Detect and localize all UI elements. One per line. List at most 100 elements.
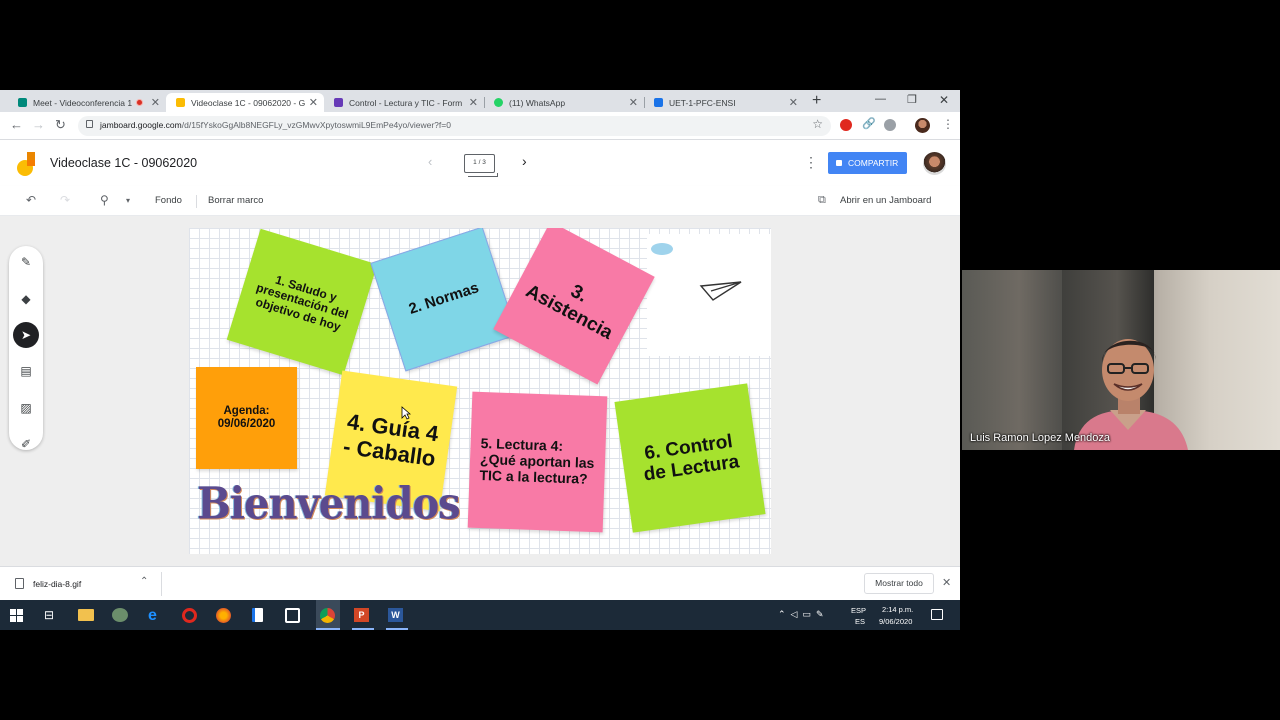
frame-selector[interactable]: 1 / 3 [464,154,498,177]
browser-toolbar: ← → ↻ jamboard.google.com/d/15fYskoGgAlb… [0,112,960,140]
more-options-icon[interactable]: ⋮ [804,154,818,171]
open-in-jamboard-button[interactable]: Abrir en un Jamboard [840,195,931,206]
language-indicator[interactable]: ESP [851,606,866,615]
share-button[interactable]: COMPARTIR [828,152,907,174]
document-icon[interactable] [252,608,263,622]
tab-whatsapp[interactable]: (11) WhatsApp ✕ [484,93,644,112]
bookmark-star-icon[interactable]: ☆ [812,117,823,131]
volume-icon[interactable]: ◁ [791,609,803,619]
tab-label: Videoclase 1C - 09062020 - Goo [191,97,305,108]
image-icon[interactable]: ▨ [13,395,39,421]
note-text: 4. Guía 4 - Caballo [341,409,440,472]
screen: Meet - Videoconferencia 1 ✕ Videoclase 1… [0,0,1280,720]
battery-icon[interactable]: ▭ [802,609,816,619]
pen-tray-icon[interactable]: ✎ [816,609,829,619]
opera-icon[interactable] [182,608,197,623]
user-avatar[interactable] [923,152,946,175]
edge-icon[interactable]: e [148,607,166,625]
file-explorer-icon[interactable] [78,609,94,621]
participant-name: Luis Ramon Lopez Mendoza [970,432,1111,444]
note-text: 6. Control de Lectura [642,430,741,486]
clock-date[interactable]: 9/06/2020 [879,617,912,626]
browser-window: Meet - Videoconferencia 1 ✕ Videoclase 1… [0,90,960,630]
chevron-up-icon[interactable]: ⌃ [140,576,148,587]
system-tray[interactable]: ⌃◁▭✎ [778,609,829,620]
close-icon[interactable]: ✕ [629,96,638,109]
undo-icon[interactable]: ↶ [26,193,36,207]
sticky-note-agenda[interactable]: Agenda: 09/06/2020 [196,367,297,469]
drive-extension-icon[interactable] [884,119,896,131]
background-button[interactable]: Fondo [155,195,182,206]
firefox-icon[interactable] [216,608,231,623]
minimize-icon[interactable]: — [875,93,886,105]
tab-meet[interactable]: Meet - Videoconferencia 1 ✕ [8,93,166,112]
forms-favicon-icon [334,98,343,107]
note-text: 1. Saludo y presentación del objetivo de… [254,272,350,334]
windows-start-icon[interactable] [10,609,23,622]
tab-label: (11) WhatsApp [509,97,566,108]
browser-menu-icon[interactable]: ⋮ [942,117,954,131]
sticky-note-icon[interactable]: ▤ [13,358,39,384]
clock-time[interactable]: 2:14 p.m. [882,605,913,614]
link-extension-icon[interactable]: 🔗 [862,117,876,130]
download-filename[interactable]: feliz-dia-8.gif [33,579,81,589]
sticky-note-attendance[interactable]: 3. Asistencia [493,228,655,385]
clear-frame-button[interactable]: Borrar marco [208,195,263,206]
note-text: Agenda: 09/06/2020 [217,405,276,430]
jamboard-logo-icon[interactable] [16,151,36,177]
tab-label: Control - Lectura y TIC - Form [349,97,463,108]
jam-frame[interactable]: 1. Saludo y presentación del objetivo de… [189,228,771,554]
address-bar[interactable]: jamboard.google.com/d/15fYskoGgAlb8NEGFL… [78,116,831,136]
profile-avatar[interactable] [915,118,930,133]
sticky-note-reading[interactable]: 5. Lectura 4: ¿Qué aportan las TIC a la … [467,391,608,533]
close-window-icon[interactable]: ✕ [939,93,949,107]
screenshot-tool-icon[interactable] [285,608,300,623]
sticky-note-rules[interactable]: 2. Normas [370,228,518,372]
close-icon[interactable]: ✕ [469,96,478,109]
task-view-icon[interactable]: ⊟ [44,608,62,626]
back-icon[interactable]: ← [10,117,23,132]
redo-icon[interactable]: ↷ [60,193,70,207]
reload-icon[interactable]: ↻ [55,117,66,133]
sticky-note-control[interactable]: 6. Control de Lectura [614,383,766,533]
opera-extension-icon[interactable] [840,119,852,131]
notifications-icon[interactable] [931,609,943,620]
next-frame-icon[interactable]: › [522,153,527,169]
url-text[interactable]: jamboard.google.com/d/15fYskoGgAlb8NEGFL… [100,120,451,130]
participant-video-tile[interactable]: Luis Ramon Lopez Mendoza [962,270,1280,450]
shelf-divider [161,572,162,596]
eraser-icon[interactable]: ◆ [13,286,39,312]
tab-jamboard[interactable]: Videoclase 1C - 09062020 - Goo ✕ [166,93,324,112]
url-path: /d/15fYskoGgAlb8NEGFLy_vzGMwvXpytoswmiL9… [181,120,451,130]
close-icon[interactable]: ✕ [151,96,160,109]
pen-icon[interactable]: ✎ [13,249,39,275]
show-all-button[interactable]: Mostrar todo [864,573,934,594]
open-in-jamboard-icon[interactable]: ⧉ [818,194,826,207]
tab-label: UET-1-PFC-ENSI [669,97,736,108]
select-icon[interactable]: ➤ [13,322,39,348]
close-icon[interactable]: ✕ [789,96,798,109]
laser-icon[interactable]: ✐ [13,431,39,457]
powerpoint-icon[interactable]: P [354,608,369,622]
restore-icon[interactable]: ❐ [907,93,917,106]
page-favicon-icon [654,98,663,107]
jam-title[interactable]: Videoclase 1C - 09062020 [50,156,197,170]
recording-icon [135,99,143,106]
close-shelf-icon[interactable]: ✕ [942,576,951,589]
sticky-note-greeting[interactable]: 1. Saludo y presentación del objetivo de… [226,228,378,376]
close-icon[interactable]: ✕ [309,96,318,109]
tab-forms[interactable]: Control - Lectura y TIC - Form ✕ [324,93,484,112]
chrome-icon[interactable] [320,608,335,623]
app-icon[interactable] [112,608,128,622]
toolbar-divider [196,195,197,208]
note-text: 2. Normas [406,278,481,318]
previous-frame-icon[interactable]: ‹ [428,154,432,169]
paper-plane-icon [699,281,742,301]
zoom-icon[interactable]: ⚲ [100,193,109,207]
word-icon[interactable]: W [388,608,403,622]
zoom-dropdown-icon[interactable]: ▾ [126,196,130,205]
url-host: jamboard.google.com [100,120,182,130]
new-tab-icon[interactable]: + [812,92,821,110]
tab-uet[interactable]: UET-1-PFC-ENSI ✕ [644,93,804,112]
forward-icon[interactable]: → [32,117,45,132]
